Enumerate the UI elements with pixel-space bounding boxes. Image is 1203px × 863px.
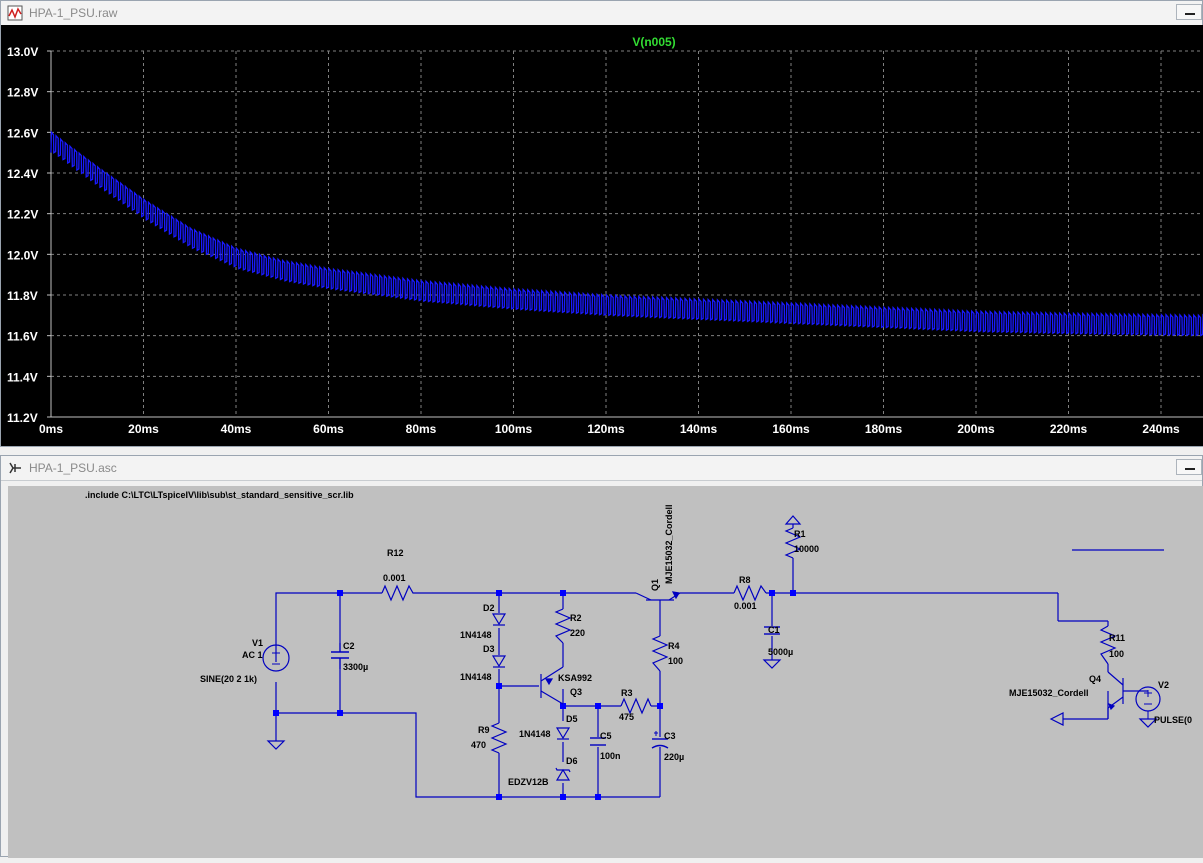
- r9-name: R9: [478, 725, 490, 735]
- d2-value: 1N4148: [460, 630, 492, 640]
- y-tick-label: 12.2V: [7, 208, 38, 222]
- schematic-svg[interactable]: .include C:\LTC\LTspiceIV\lib\sub\st_sta…: [8, 486, 1203, 858]
- y-tick-label: 11.8V: [7, 289, 38, 303]
- x-tick-label: 180ms: [865, 422, 903, 436]
- v1-value: AC 1: [242, 650, 263, 660]
- c1-name: C1: [768, 625, 780, 635]
- q3-name: Q3: [570, 687, 582, 697]
- spice-directive[interactable]: .include C:\LTC\LTspiceIV\lib\sub\st_sta…: [85, 490, 354, 500]
- d5-name: D5: [566, 714, 578, 724]
- y-tick-label: 12.4V: [7, 167, 38, 181]
- minimize-button[interactable]: [1176, 4, 1202, 20]
- x-tick-label: 120ms: [587, 422, 625, 436]
- v2-name: V2: [1158, 680, 1169, 690]
- x-tick-label: 40ms: [221, 422, 252, 436]
- d3-value: 1N4148: [460, 672, 492, 682]
- d3-name: D3: [483, 644, 495, 654]
- plot-area[interactable]: 0ms 20ms 40ms 60ms 80ms 100ms 120ms 140ms 160ms 1…: [1, 25, 1203, 446]
- x-tick-label: 160ms: [772, 422, 810, 436]
- x-tick-label: 200ms: [957, 422, 995, 436]
- r12-value: 0.001: [383, 573, 406, 583]
- y-tick-label: 12.0V: [7, 248, 38, 262]
- trace-label[interactable]: V(n005): [632, 35, 675, 49]
- x-tick-label: 60ms: [313, 422, 344, 436]
- r3-value: 475: [619, 712, 634, 722]
- r8-value: 0.001: [734, 601, 757, 611]
- r1-value: 10000: [794, 544, 819, 554]
- y-tick-label: 11.2V: [7, 411, 38, 425]
- c2-name: C2: [343, 641, 355, 651]
- waveform-icon: [7, 5, 23, 21]
- y-tick-label: 11.6V: [7, 330, 38, 344]
- x-tick-label: 100ms: [495, 422, 533, 436]
- r4-name: R4: [668, 641, 680, 651]
- c3-name: C3: [664, 731, 676, 741]
- waveform-plot[interactable]: 0ms 20ms 40ms 60ms 80ms 100ms 120ms 140ms 160ms 1…: [1, 25, 1203, 446]
- r3-name: R3: [621, 688, 633, 698]
- schematic-titlebar[interactable]: HPA-1_PSU.asc: [1, 456, 1202, 481]
- v1-extra: SINE(20 2 1k): [200, 674, 257, 684]
- plot-background: [1, 25, 1203, 446]
- x-tick-label: 80ms: [406, 422, 437, 436]
- q1-name: Q1: [650, 579, 660, 591]
- waveform-window: HPA-1_PSU.raw 0ms 20ms 40ms 60ms 80ms 100ms 12…: [0, 0, 1203, 447]
- minimize-button[interactable]: [1176, 459, 1202, 475]
- v1-name: V1: [252, 638, 263, 648]
- c2-value: 3300µ: [343, 662, 368, 672]
- schematic-canvas[interactable]: .include C:\LTC\LTspiceIV\lib\sub\st_sta…: [8, 486, 1203, 858]
- x-tick-label: 0ms: [39, 422, 63, 436]
- waveform-window-title: HPA-1_PSU.raw: [29, 6, 118, 20]
- x-tick-label: 240ms: [1142, 422, 1180, 436]
- c1-value: 5000µ: [768, 647, 793, 657]
- q4-name: Q4: [1089, 674, 1101, 684]
- d6-value: EDZV12B: [508, 777, 549, 787]
- r12-name: R12: [387, 548, 404, 558]
- y-tick-label: 13.0V: [7, 45, 38, 59]
- r9-value: 470: [471, 740, 486, 750]
- x-tick-label: 20ms: [128, 422, 159, 436]
- q3-value: KSA992: [558, 673, 592, 683]
- schematic-icon: [9, 462, 21, 474]
- x-tick-label: 220ms: [1050, 422, 1088, 436]
- r11-value: 100: [1109, 649, 1124, 659]
- d5-value: 1N4148: [519, 729, 551, 739]
- v2-value: PULSE(0: [1154, 715, 1192, 725]
- r1-name: R1: [794, 529, 806, 539]
- y-tick-label: 11.4V: [7, 370, 38, 384]
- x-tick-label: 140ms: [680, 422, 718, 436]
- y-tick-label: 12.6V: [7, 126, 38, 140]
- d2-name: D2: [483, 603, 495, 613]
- r2-name: R2: [570, 613, 582, 623]
- schematic-window-title: HPA-1_PSU.asc: [29, 461, 117, 475]
- r4-value: 100: [668, 656, 683, 666]
- schematic-background: [8, 486, 1203, 858]
- q1-value: MJE15032_Cordell: [664, 504, 674, 584]
- y-tick-label: 12.8V: [7, 86, 38, 100]
- c3-value: 220µ: [664, 752, 684, 762]
- r2-value: 220: [570, 628, 585, 638]
- d6-name: D6: [566, 756, 578, 766]
- schematic-window: HPA-1_PSU.asc .include C:\LTC\LTspiceIV\…: [0, 455, 1203, 858]
- r8-name: R8: [739, 575, 751, 585]
- q4-value: MJE15032_Cordell: [1009, 688, 1089, 698]
- c5-value: 100n: [600, 751, 621, 761]
- r11-name: R11: [1109, 633, 1125, 643]
- c5-name: C5: [600, 731, 612, 741]
- waveform-titlebar[interactable]: HPA-1_PSU.raw: [1, 1, 1202, 26]
